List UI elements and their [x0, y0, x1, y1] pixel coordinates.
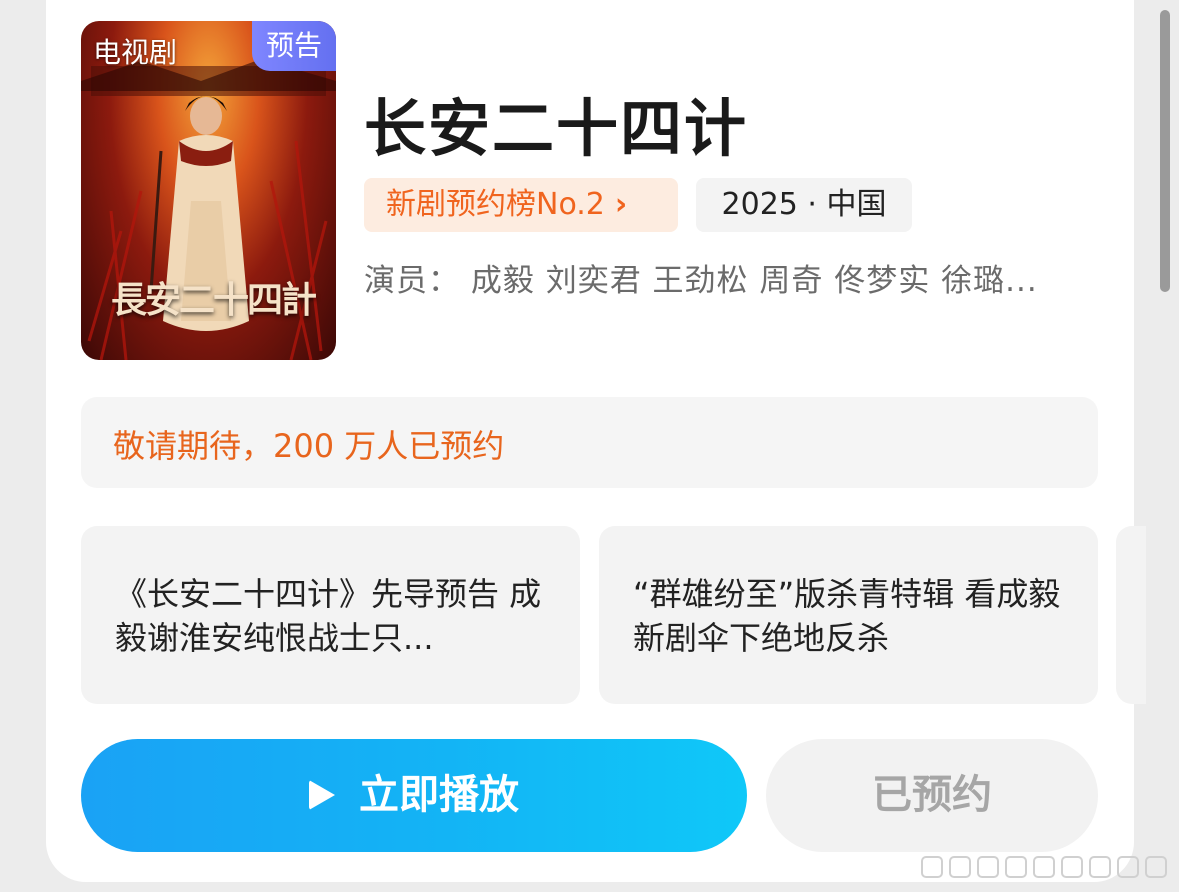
reservation-status-text: 敬请期待，200 万人已预约 — [113, 427, 505, 465]
cast-list: 演员： 成毅 刘奕君 王劲松 周奇 佟梦实 徐璐... — [364, 263, 1038, 299]
play-now-label: 立即播放 — [359, 772, 519, 818]
clip-card[interactable]: 《长安二十四计》先导预告 成毅谢淮安纯恨战士只... — [81, 526, 580, 704]
reserved-button[interactable]: 已预约 — [766, 739, 1098, 852]
play-icon — [309, 780, 335, 810]
clip-card[interactable]: “群雄纷至”版杀青特辑 看成毅新剧伞下绝地反杀 — [599, 526, 1098, 704]
rank-tag[interactable]: 新剧预约榜No.2 › — [364, 178, 678, 232]
drama-title[interactable]: 长安二十四计 — [364, 78, 748, 168]
play-now-button[interactable]: 立即播放 — [81, 739, 747, 852]
year-region-tag: 2025 · 中国 — [696, 178, 912, 232]
rank-tag-label: 新剧预约榜No.2 — [386, 187, 605, 222]
trailer-badge: 预告 — [252, 21, 336, 71]
poster-title-calligraphy: 長安二十四計 — [111, 279, 317, 321]
chevron-right-icon: › — [614, 187, 628, 222]
clip-title: “群雄纷至”版杀青特辑 看成毅新剧伞下绝地反杀 — [633, 575, 1061, 657]
clip-title: 《长安二十四计》先导预告 成毅谢淮安纯恨战士只... — [115, 575, 542, 657]
reservation-status-box: 敬请期待，200 万人已预约 — [81, 397, 1098, 488]
poster-type-label: 电视剧 — [93, 36, 178, 69]
poster-image[interactable]: 电视剧 预告 長安二十四計 — [81, 21, 336, 360]
clip-card-next-peek[interactable] — [1116, 526, 1146, 704]
scrollbar-thumb[interactable] — [1160, 10, 1170, 292]
watermark-icon — [921, 856, 1167, 878]
